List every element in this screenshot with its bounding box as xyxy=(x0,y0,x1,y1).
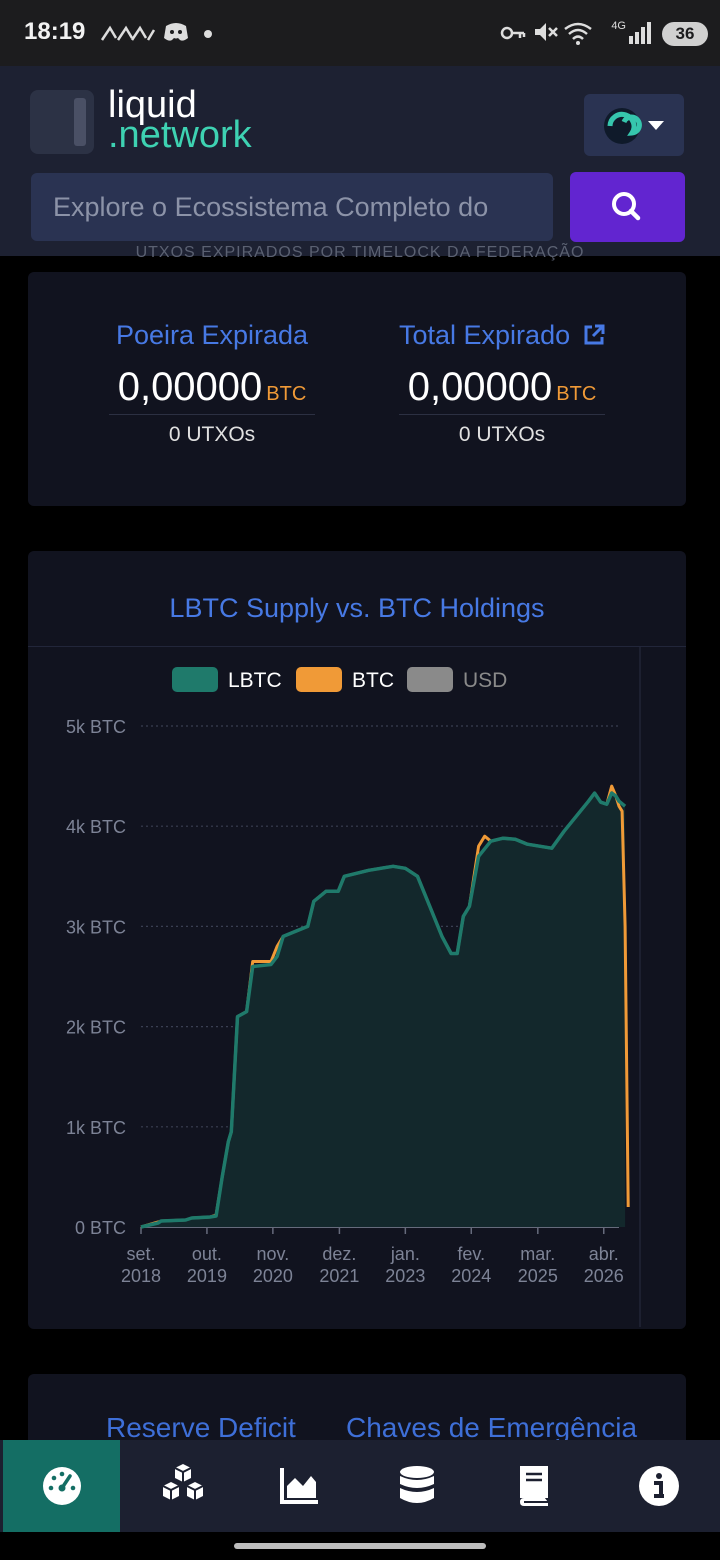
x-tick-label: out. xyxy=(192,1244,222,1264)
legend-swatch xyxy=(172,667,218,692)
x-tick-label: abr. xyxy=(589,1244,619,1264)
search-icon xyxy=(612,192,641,221)
info-icon xyxy=(638,1466,679,1506)
legend-label: LBTC xyxy=(228,669,282,692)
home-indicator xyxy=(234,1543,486,1549)
stat-unit: BTC xyxy=(556,383,597,405)
x-tick-label: 2025 xyxy=(518,1266,558,1286)
logo-text-network[interactable]: .network xyxy=(108,116,252,154)
x-tick-label: 2018 xyxy=(121,1266,161,1286)
nav-docs[interactable] xyxy=(475,1440,592,1532)
stat-total-expired: Total Expirado 0,00000 BTC 0 UTXOs xyxy=(399,320,605,447)
battery-indicator: 36 xyxy=(662,22,708,46)
x-tick-label: mar. xyxy=(520,1244,555,1264)
x-tick-label: dez. xyxy=(322,1244,356,1264)
nav-blocks[interactable] xyxy=(124,1440,241,1532)
chevron-down-icon xyxy=(648,121,664,130)
stat-unit: BTC xyxy=(266,383,307,405)
lbtc-btc-chart[interactable]: LBTC BTC USD 0 BTC 1k BTC 2k BTC 3k BTC 4k BTC 5… xyxy=(28,647,686,1327)
nav-charts[interactable] xyxy=(241,1440,358,1532)
y-tick-label: 0 BTC xyxy=(75,1218,126,1238)
network-selector-button[interactable] xyxy=(584,94,684,156)
stat-value: 0,00000 BTC xyxy=(109,365,315,415)
chart-title: LBTC Supply vs. BTC Holdings xyxy=(169,593,545,623)
status-time: 18:19 xyxy=(24,18,86,45)
cubes-icon xyxy=(162,1464,203,1500)
x-tick-label: fev. xyxy=(457,1244,485,1264)
gauge-icon xyxy=(42,1467,81,1505)
status-bar: 18:19 4G 36 xyxy=(0,0,720,66)
stat-dust-expired: Poeira Expirada 0,00000 BTC 0 UTXOs xyxy=(109,320,315,447)
area-chart-icon xyxy=(279,1468,318,1504)
x-tick-label: 2024 xyxy=(451,1266,491,1286)
legend-label: USD xyxy=(463,669,507,692)
mute-icon xyxy=(535,23,558,41)
wifi-icon xyxy=(564,22,592,45)
book-icon xyxy=(519,1466,548,1506)
x-tick-label: nov. xyxy=(257,1244,290,1264)
bottom-nav xyxy=(0,1440,720,1532)
nav-dashboard[interactable] xyxy=(3,1440,120,1532)
logo-icon[interactable] xyxy=(30,90,94,154)
x-tick-label: jan. xyxy=(390,1244,420,1264)
legend-swatch xyxy=(296,667,342,692)
network-type: 4G xyxy=(611,20,626,32)
nav-database[interactable] xyxy=(358,1440,475,1532)
y-tick-label: 4k BTC xyxy=(66,817,126,837)
stat-utxo-count: 0 UTXOs xyxy=(458,423,546,446)
expired-utxos-card: Poeira Expirada 0,00000 BTC 0 UTXOs Total… xyxy=(28,272,686,506)
x-tick-label: 2019 xyxy=(187,1266,227,1286)
stat-title-link[interactable]: Total Expirado xyxy=(399,320,605,351)
external-link-icon[interactable] xyxy=(582,323,606,347)
search-button[interactable] xyxy=(570,172,685,242)
signal-icon xyxy=(629,22,651,44)
y-tick-label: 2k BTC xyxy=(66,1018,126,1038)
x-tick-label: set. xyxy=(126,1244,155,1264)
key-icon xyxy=(500,26,526,40)
y-tick-label: 1k BTC xyxy=(66,1118,126,1138)
legend-label: BTC xyxy=(352,669,394,692)
activity-icon xyxy=(100,25,156,41)
y-tick-label: 3k BTC xyxy=(66,917,126,937)
liquid-network-icon xyxy=(604,108,664,144)
x-tick-label: 2020 xyxy=(253,1266,293,1286)
x-tick-label: 2021 xyxy=(319,1266,359,1286)
notification-dot-icon xyxy=(204,30,212,38)
legend-swatch xyxy=(407,667,453,692)
section-heading-partial: UTXOS EXPIRADOS POR TIMELOCK DA FEDERAÇÃ… xyxy=(135,244,585,261)
nav-info[interactable] xyxy=(600,1440,717,1532)
lbtc-area xyxy=(141,793,626,1227)
y-tick-label: 5k BTC xyxy=(66,717,126,737)
stat-title[interactable]: Poeira Expirada xyxy=(109,320,315,351)
search-input[interactable] xyxy=(31,173,553,241)
x-tick-label: 2023 xyxy=(385,1266,425,1286)
x-tick-label: 2026 xyxy=(584,1266,624,1286)
stat-utxo-count: 0 UTXOs xyxy=(168,423,256,446)
chart-card: LBTC Supply vs. BTC Holdings LBTC BTC USD 0… xyxy=(28,551,686,1329)
stat-value: 0,00000 BTC xyxy=(399,365,605,415)
database-icon xyxy=(399,1466,434,1503)
discord-icon xyxy=(164,23,188,41)
